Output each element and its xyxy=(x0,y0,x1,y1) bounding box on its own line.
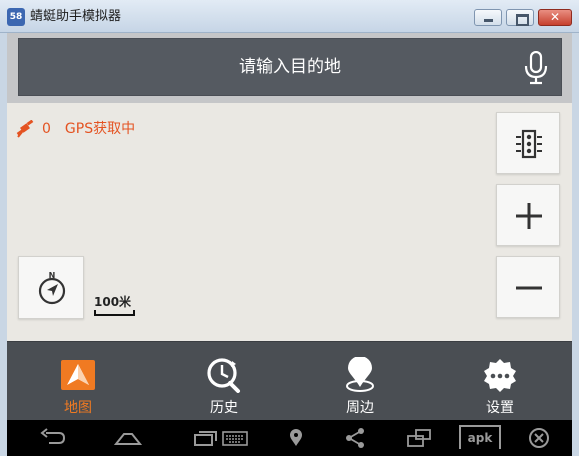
tab-nearby[interactable]: 周边 xyxy=(310,342,410,421)
screen-rotate-icon[interactable] xyxy=(405,427,433,449)
back-icon[interactable] xyxy=(37,427,67,449)
satellite-icon xyxy=(16,120,34,138)
minus-icon xyxy=(516,286,542,290)
window-titlebar: 58 蜻蜓助手模拟器 ✕ xyxy=(0,0,579,33)
settings-gear-icon xyxy=(484,359,516,392)
close-icon: ✕ xyxy=(549,10,561,24)
tab-history[interactable]: 历史 xyxy=(174,342,274,421)
zoom-out-button[interactable] xyxy=(496,256,560,318)
android-nav-bar: apk xyxy=(7,420,572,456)
tab-settings[interactable]: 设置 xyxy=(450,342,550,421)
emulator-screen: 请输入目的地 0 GPS获取中 N 100米 地图 历史 周边 设置 apk xyxy=(7,33,572,456)
gps-satellite-count: 0 xyxy=(42,121,51,137)
minimize-icon xyxy=(475,10,501,25)
destination-search-bar[interactable]: 请输入目的地 xyxy=(18,38,562,96)
maximize-icon xyxy=(507,10,533,26)
zoom-in-button[interactable] xyxy=(496,184,560,246)
map-arrow-icon xyxy=(61,360,95,390)
window-title: 蜻蜓助手模拟器 xyxy=(30,9,122,24)
apk-install-button[interactable]: apk xyxy=(459,425,501,449)
microphone-icon[interactable] xyxy=(521,51,551,85)
traffic-light-icon xyxy=(516,129,542,159)
close-button[interactable]: ✕ xyxy=(538,9,572,26)
home-icon[interactable] xyxy=(113,427,143,449)
location-pin-icon xyxy=(346,357,374,392)
minimize-button[interactable] xyxy=(474,9,502,26)
location-icon[interactable] xyxy=(286,427,306,449)
search-input[interactable]: 请输入目的地 xyxy=(19,39,561,95)
map-view[interactable]: 0 GPS获取中 N 100米 xyxy=(7,103,572,341)
app-logo-icon: 58 xyxy=(7,8,25,26)
tab-label: 历史 xyxy=(210,400,238,416)
compass-icon: N xyxy=(38,271,66,305)
tab-label: 设置 xyxy=(486,400,514,416)
close-circle-icon[interactable] xyxy=(527,427,551,449)
bottom-tab-bar: 地图 历史 周边 设置 xyxy=(7,341,572,420)
tab-label: 地图 xyxy=(64,400,92,416)
history-icon xyxy=(207,358,240,393)
recent-apps-icon[interactable] xyxy=(191,427,221,449)
plus-icon xyxy=(516,203,542,229)
tab-map[interactable]: 地图 xyxy=(28,342,128,421)
maximize-button[interactable] xyxy=(506,9,534,26)
search-area: 请输入目的地 xyxy=(7,33,572,103)
map-scale-label: 100米 xyxy=(94,295,132,309)
map-scale-bar xyxy=(94,310,135,316)
keyboard-icon[interactable] xyxy=(221,427,249,449)
traffic-toggle-button[interactable] xyxy=(496,112,560,174)
gps-status-text: GPS获取中 xyxy=(64,121,136,137)
tab-label: 周边 xyxy=(346,400,374,416)
share-icon[interactable] xyxy=(344,427,366,449)
compass-button[interactable]: N xyxy=(18,256,84,319)
gps-status: 0 GPS获取中 xyxy=(16,119,135,139)
